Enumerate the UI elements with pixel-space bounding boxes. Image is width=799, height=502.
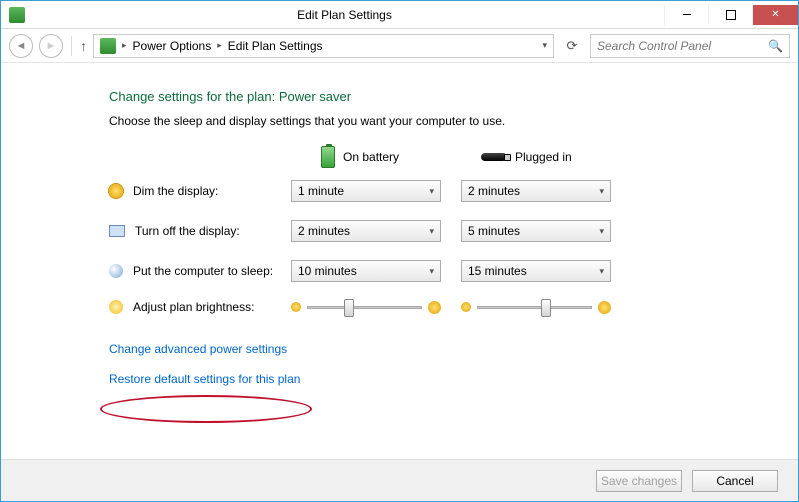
- separator: [71, 36, 72, 56]
- slider-track[interactable]: [477, 306, 592, 309]
- turnoff-label: Turn off the display:: [135, 224, 240, 238]
- title-bar: Edit Plan Settings: [1, 1, 798, 29]
- search-field[interactable]: 🔍: [590, 34, 790, 58]
- search-icon: 🔍: [768, 39, 783, 53]
- save-changes-button[interactable]: Save changes: [596, 470, 682, 492]
- sun-small-icon: [291, 302, 301, 312]
- nav-bar: ◄ ► ↑ ▸ Power Options ▸ Edit Plan Settin…: [1, 29, 798, 63]
- column-on-battery: On battery: [343, 150, 399, 164]
- brightness-label: Adjust plan brightness:: [133, 300, 254, 314]
- breadcrumb-dropdown-icon[interactable]: ▾: [542, 40, 547, 51]
- slider-track[interactable]: [307, 306, 422, 309]
- chevron-down-icon: ▾: [429, 266, 434, 277]
- links-section: Change advanced power settings Restore d…: [109, 342, 758, 402]
- column-headers: On battery Plugged in: [109, 146, 758, 168]
- footer-bar: Save changes Cancel: [1, 459, 798, 501]
- page-heading: Change settings for the plan: Power save…: [109, 89, 758, 104]
- plug-icon: [481, 153, 507, 161]
- power-options-icon: [100, 38, 116, 54]
- refresh-button[interactable]: ⟳: [560, 34, 584, 58]
- row-brightness: Adjust plan brightness:: [109, 300, 758, 314]
- row-dim-display: Dim the display: 1 minute▾ 2 minutes▾: [109, 180, 758, 202]
- chevron-down-icon: ▾: [599, 266, 604, 277]
- chevron-down-icon: ▾: [599, 226, 604, 237]
- window-title: Edit Plan Settings: [25, 8, 664, 22]
- sleep-icon: [109, 264, 123, 278]
- chevron-down-icon: ▾: [599, 186, 604, 197]
- chevron-right-icon: ▸: [217, 40, 222, 51]
- cancel-button[interactable]: Cancel: [692, 470, 778, 492]
- monitor-icon: [109, 225, 125, 237]
- breadcrumb-bar[interactable]: ▸ Power Options ▸ Edit Plan Settings ▾: [93, 34, 554, 58]
- dim-label: Dim the display:: [133, 184, 218, 198]
- sun-large-icon: [598, 301, 611, 314]
- sleep-battery-select[interactable]: 10 minutes▾: [291, 260, 441, 282]
- minimize-button[interactable]: [664, 5, 708, 25]
- close-button[interactable]: [752, 5, 798, 25]
- row-turn-off-display: Turn off the display: 2 minutes▾ 5 minut…: [109, 220, 758, 242]
- breadcrumb-item-power-options[interactable]: Power Options: [133, 39, 212, 53]
- app-icon: [9, 7, 25, 23]
- sun-large-icon: [428, 301, 441, 314]
- turnoff-plugged-select[interactable]: 5 minutes▾: [461, 220, 611, 242]
- breadcrumb-item-edit-plan[interactable]: Edit Plan Settings: [228, 39, 323, 53]
- brightness-icon: [109, 300, 123, 314]
- slider-thumb[interactable]: [344, 299, 354, 317]
- battery-icon: [321, 146, 335, 168]
- advanced-settings-link[interactable]: Change advanced power settings: [109, 342, 287, 356]
- chevron-down-icon: ▾: [429, 226, 434, 237]
- turnoff-battery-select[interactable]: 2 minutes▾: [291, 220, 441, 242]
- back-button[interactable]: ◄: [9, 34, 33, 58]
- row-sleep: Put the computer to sleep: 10 minutes▾ 1…: [109, 260, 758, 282]
- chevron-right-icon: ▸: [122, 40, 127, 51]
- maximize-button[interactable]: [708, 5, 752, 25]
- sleep-label: Put the computer to sleep:: [133, 264, 273, 278]
- brightness-battery-slider[interactable]: [291, 301, 441, 314]
- sleep-plugged-select[interactable]: 15 minutes▾: [461, 260, 611, 282]
- dim-icon: [109, 184, 123, 198]
- dim-plugged-select[interactable]: 2 minutes▾: [461, 180, 611, 202]
- page-subheading: Choose the sleep and display settings th…: [109, 114, 758, 128]
- forward-button[interactable]: ►: [39, 34, 63, 58]
- slider-thumb[interactable]: [541, 299, 551, 317]
- search-input[interactable]: [597, 39, 768, 53]
- content-area: Change settings for the plan: Power save…: [1, 63, 798, 412]
- restore-defaults-link[interactable]: Restore default settings for this plan: [109, 372, 300, 386]
- up-button[interactable]: ↑: [80, 38, 87, 54]
- dim-battery-select[interactable]: 1 minute▾: [291, 180, 441, 202]
- column-plugged-in: Plugged in: [515, 150, 572, 164]
- sun-small-icon: [461, 302, 471, 312]
- chevron-down-icon: ▾: [429, 186, 434, 197]
- brightness-plugged-slider[interactable]: [461, 301, 611, 314]
